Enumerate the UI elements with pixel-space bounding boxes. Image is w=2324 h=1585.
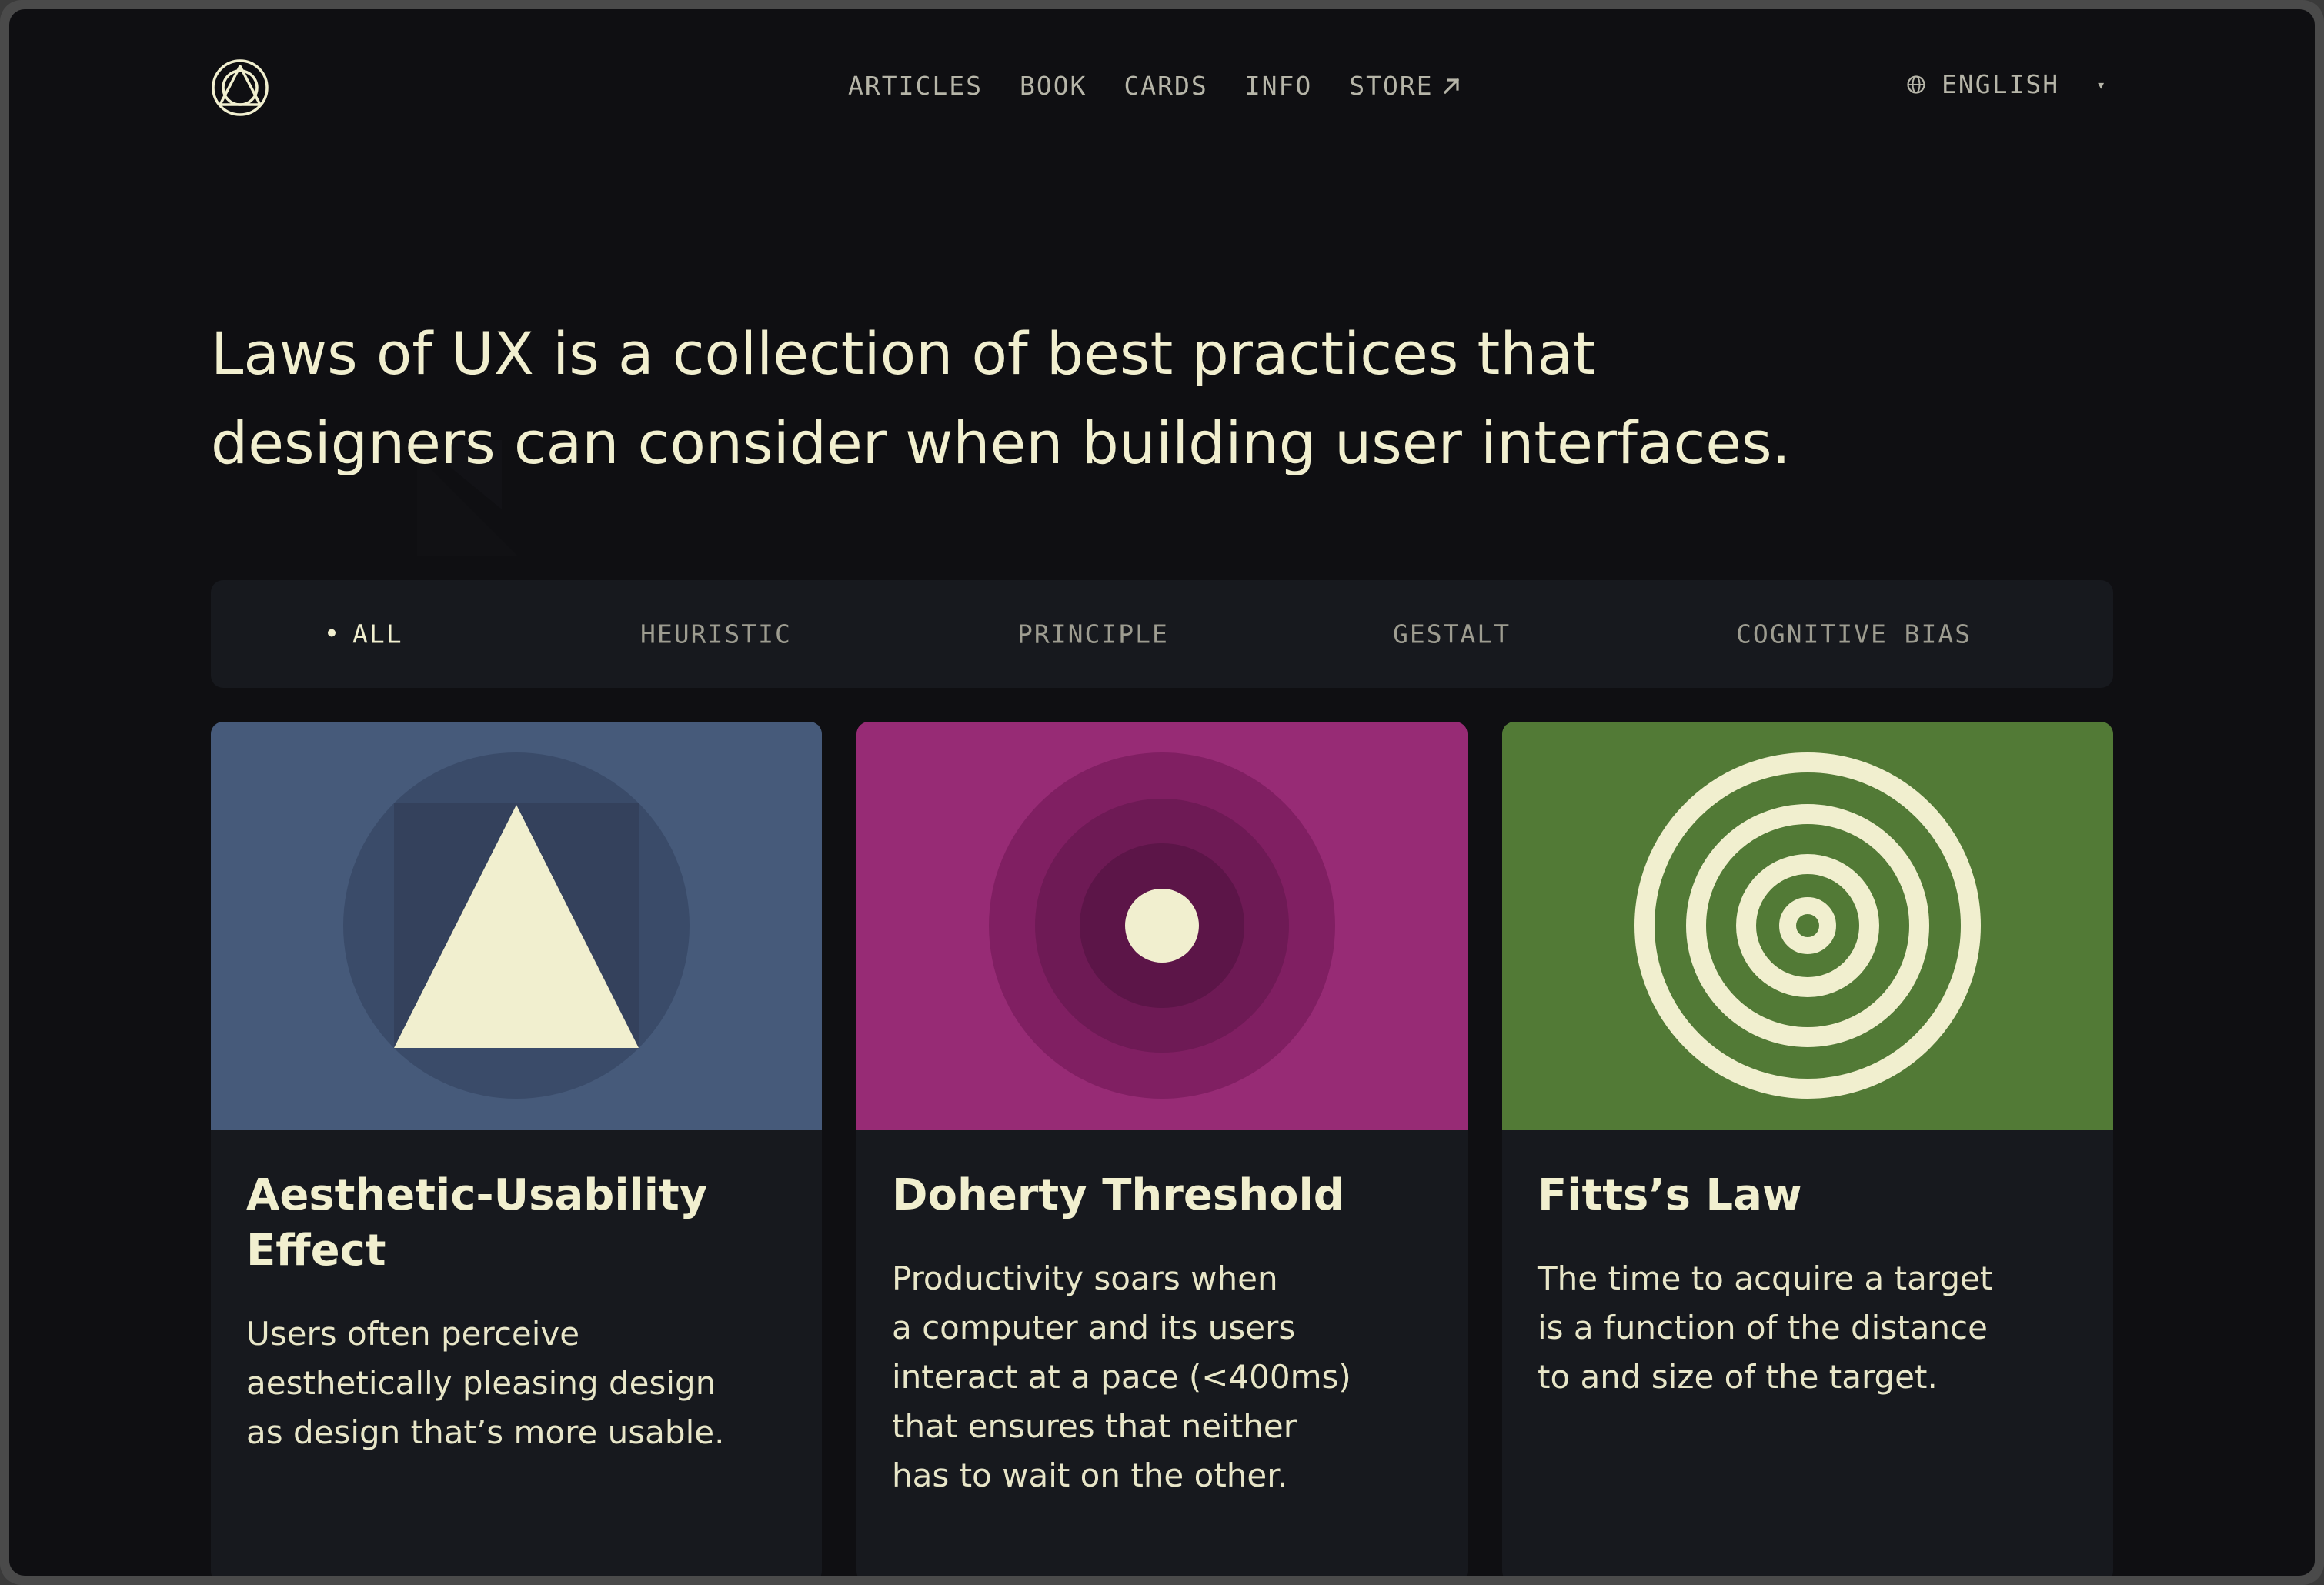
category-filter-bar: ALL HEURISTIC PRINCIPLE GESTALT COGNITIV…	[211, 580, 2113, 688]
nav-cards-label: CARDS	[1124, 71, 1208, 101]
hero-heading: Laws of UX is a collection of best pract…	[211, 309, 1827, 488]
card-description: Productivity soars when a computer and i…	[892, 1260, 1351, 1494]
active-dot-icon	[328, 629, 336, 636]
nav-book[interactable]: BOOK	[1020, 71, 1087, 101]
filter-gestalt-label: GESTALT	[1393, 619, 1511, 649]
filter-heuristic-label: HEURISTIC	[640, 619, 792, 649]
filter-cognitive-bias[interactable]: COGNITIVE BIAS	[1736, 619, 1972, 649]
filter-heuristic[interactable]: HEURISTIC	[640, 619, 792, 649]
nav-info-label: INFO	[1244, 71, 1313, 101]
nav-info[interactable]: INFO	[1245, 71, 1312, 101]
card-description: The time to acquire a target is a functi…	[1538, 1260, 1993, 1396]
browser-viewport: ARTICLES BOOK CARDS INFO STORE ENGLISH ▾…	[9, 9, 2315, 1576]
external-arrow-icon	[1443, 78, 1459, 94]
nav-articles-label: ARTICLES	[848, 71, 983, 101]
language-label: ENGLISH	[1942, 69, 2060, 99]
card-description: Users often perceive aesthetically pleas…	[246, 1315, 725, 1451]
caret-down-icon: ▾	[2096, 75, 2108, 94]
card-aesthetic-usability-effect[interactable]: Aesthetic-Usability Effect Users often p…	[211, 722, 822, 1576]
filter-principle[interactable]: PRINCIPLE	[1017, 619, 1169, 649]
nav-store[interactable]: STORE	[1349, 71, 1461, 101]
nav-articles[interactable]: ARTICLES	[848, 71, 983, 101]
card-title: Doherty Threshold	[892, 1170, 1344, 1220]
main-nav: ARTICLES BOOK CARDS INFO STORE	[848, 71, 1461, 101]
site-header: ARTICLES BOOK CARDS INFO STORE ENGLISH ▾	[9, 9, 2315, 163]
filter-gestalt[interactable]: GESTALT	[1393, 619, 1511, 649]
concentric-dot-illustration-icon	[856, 722, 1468, 1130]
nav-store-label: STORE	[1349, 71, 1434, 101]
laws-card-grid: Aesthetic-Usability Effect Users often p…	[211, 722, 2113, 1576]
card-title: Aesthetic-Usability Effect	[246, 1170, 708, 1276]
filter-principle-label: PRINCIPLE	[1017, 619, 1169, 649]
card-fitts-law[interactable]: Fitts’s Law The time to acquire a target…	[1502, 722, 2113, 1576]
hero-line-1: Laws of UX is a collection of best pract…	[211, 319, 1596, 388]
card-doherty-threshold[interactable]: Doherty Threshold Productivity soars whe…	[856, 722, 1468, 1576]
laws-of-ux-logo-icon[interactable]	[211, 58, 269, 117]
target-rings-illustration-icon	[1502, 722, 2113, 1130]
nav-cards[interactable]: CARDS	[1124, 71, 1207, 101]
language-selector[interactable]: ENGLISH ▾	[1906, 69, 2107, 99]
globe-icon	[1907, 75, 1925, 94]
device-frame: ARTICLES BOOK CARDS INFO STORE ENGLISH ▾…	[0, 0, 2324, 1585]
nav-book-label: BOOK	[1019, 71, 1087, 101]
filter-all[interactable]: ALL	[328, 619, 403, 649]
filter-all-label: ALL	[352, 619, 403, 649]
triangle-illustration-icon	[211, 722, 822, 1130]
hero-line-2: designers can consider when building use…	[211, 409, 1791, 477]
card-title: Fitts’s Law	[1538, 1170, 1802, 1220]
filter-cognitive-bias-label: COGNITIVE BIAS	[1736, 619, 1972, 649]
